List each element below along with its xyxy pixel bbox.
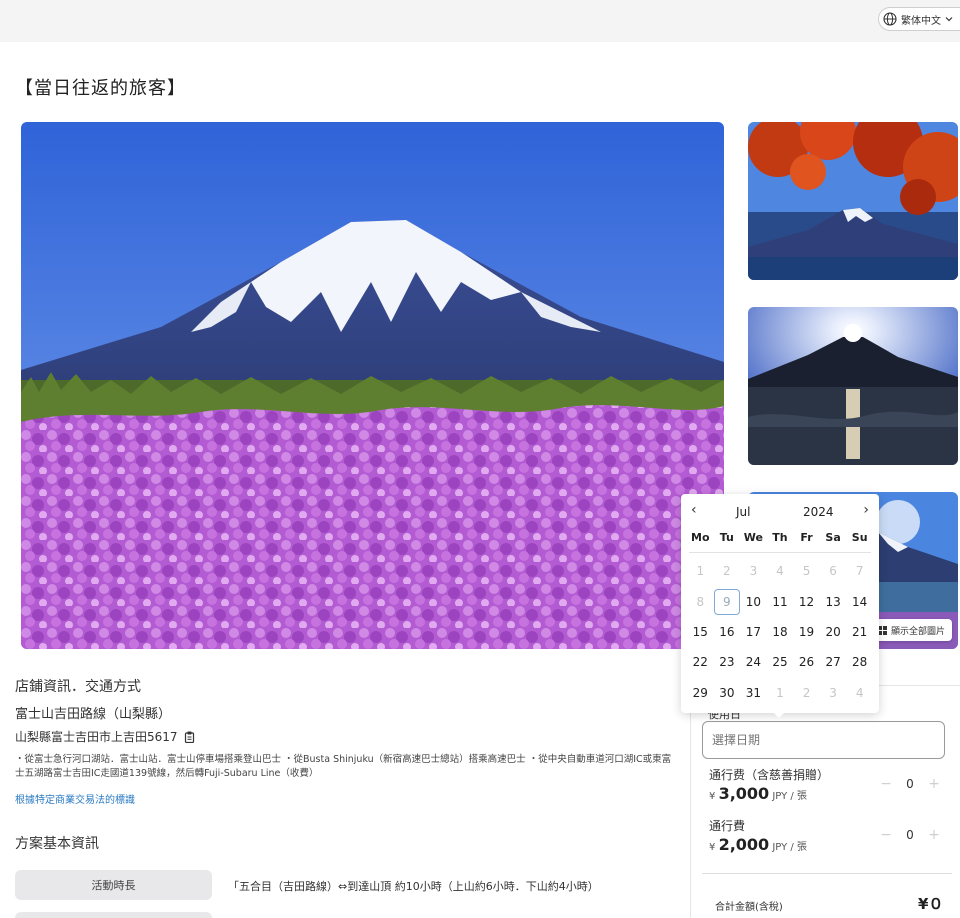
ticket-price: ¥ 3,000 JPY / 張 <box>709 784 807 803</box>
increase-button[interactable]: + <box>928 827 940 843</box>
calendar-day: 2 <box>802 685 811 700</box>
show-all-photos-button[interactable]: 顯示全部圖片 <box>872 619 952 641</box>
popup-pointer <box>772 711 786 718</box>
calendar-day: 1 <box>696 564 705 579</box>
calendar-day: 4 <box>855 685 864 700</box>
address-text: 山梨縣富士吉田市上吉田5617 <box>15 730 178 744</box>
calendar-day[interactable]: 17 <box>740 617 767 647</box>
maple-fuji-image <box>748 122 958 280</box>
calendar-day: 3 <box>749 564 758 579</box>
duration-label: 活動時長 <box>15 870 212 900</box>
chevron-right-icon[interactable]: › <box>863 502 869 518</box>
calendar-day[interactable]: 11 <box>767 586 794 616</box>
duration-value: 「五合目（吉田路線）⇔到達山頂 約10小時（上山約6小時．下山約4小時） <box>228 880 599 893</box>
language-selector[interactable]: 繁体中文 <box>878 7 960 31</box>
weekday-label: Su <box>851 531 868 544</box>
calendar-day[interactable]: 24 <box>740 647 767 677</box>
calendar-day[interactable]: 18 <box>767 617 794 647</box>
weekday-label: Tu <box>719 531 734 544</box>
ticket-name: 通行费（含慈善捐贈） <box>709 768 830 782</box>
increase-button[interactable]: + <box>928 776 940 792</box>
calendar-day[interactable]: 15 <box>687 617 714 647</box>
calendar-day[interactable]: 30 <box>714 678 741 708</box>
grid-icon <box>878 625 887 635</box>
calendar-days: 1 2 3 4 5 6 7 8 9 10 11 12 13 14 15 16 17 18 19 20 21 22 23 24 2… <box>687 556 873 708</box>
calendar-day: 2 <box>723 564 731 579</box>
top-bar: 繁体中文 <box>0 0 960 42</box>
globe-icon <box>883 12 897 26</box>
calendar-day[interactable]: 28 <box>846 647 873 677</box>
calendar-day[interactable]: 13 <box>820 586 847 616</box>
weekday-label: Sa <box>825 531 841 544</box>
calendar-day[interactable]: 27 <box>820 647 847 677</box>
calendar-day: 4 <box>776 564 784 579</box>
calendar-day[interactable]: 16 <box>714 617 741 647</box>
language-label: 繁体中文 <box>901 15 941 27</box>
divider <box>702 873 952 874</box>
calendar-day[interactable]: 14 <box>846 586 873 616</box>
calendar-day: 1 <box>776 685 784 700</box>
shop-address: 山梨縣富士吉田市上吉田5617 <box>15 728 195 745</box>
calendar-day[interactable]: 12 <box>793 586 820 616</box>
calendar-day[interactable]: 20 <box>820 617 847 647</box>
calendar-day[interactable]: 29 <box>687 678 714 708</box>
total-label: 合計金額(含稅) <box>715 902 783 913</box>
date-input[interactable] <box>702 721 945 759</box>
shop-name: 富士山吉田路線（山梨縣） <box>15 707 172 722</box>
calendar-day[interactable]: 21 <box>846 617 873 647</box>
commercial-law-link[interactable]: 根據特定商業交易法的標識 <box>15 791 135 806</box>
access-directions: ・從富士急行河口湖站．富士山站．富士山停車場搭乘登山巴士 ・從Busta Shi… <box>15 754 672 779</box>
calendar-day: 6 <box>829 564 837 579</box>
total-value: ¥０ <box>918 895 944 913</box>
chevron-down-icon <box>945 17 953 22</box>
calendar-day[interactable]: 25 <box>767 647 794 677</box>
info-label-next <box>15 912 212 918</box>
calendar-day[interactable]: 22 <box>687 647 714 677</box>
calendar-header: ‹ Jul 2024 › <box>681 502 879 522</box>
weekday-label: Th <box>772 531 788 544</box>
weekday-label: We <box>743 531 763 544</box>
copy-icon[interactable] <box>184 731 195 743</box>
calendar-year[interactable]: 2024 <box>803 505 834 519</box>
page-title: 【當日往返的旅客】 <box>15 78 186 99</box>
quantity-value: 0 <box>906 777 914 791</box>
calendar-day: 5 <box>802 564 811 579</box>
shop-info-title: 店鋪資訊．交通方式 <box>15 679 141 695</box>
calendar-day[interactable]: 10 <box>740 586 767 616</box>
mount-fuji-image <box>21 122 724 649</box>
quantity-stepper[interactable]: − 0 + <box>880 774 940 794</box>
decrease-button[interactable]: − <box>880 776 892 792</box>
thumbnail-photo[interactable] <box>748 122 958 280</box>
calendar-day: 7 <box>855 564 864 579</box>
diamond-fuji-image <box>748 307 958 465</box>
date-picker-popup: ‹ Jul 2024 › Mo Tu We Th Fr Sa Su 123456… <box>681 494 879 713</box>
chevron-left-icon[interactable]: ‹ <box>691 502 697 518</box>
calendar-day[interactable]: 23 <box>714 647 741 677</box>
calendar-day[interactable]: 19 <box>793 617 820 647</box>
quantity-value: 0 <box>906 828 914 842</box>
calendar-day[interactable]: 26 <box>793 647 820 677</box>
main-photo[interactable] <box>21 122 724 649</box>
calendar-month[interactable]: Jul <box>736 505 750 519</box>
calendar-day: 8 <box>696 594 705 609</box>
thumbnail-photo[interactable] <box>748 307 958 465</box>
calendar-day: 3 <box>829 685 837 700</box>
weekday-header: Mo Tu We Th Fr Sa Su <box>687 527 873 549</box>
calendar-divider <box>689 552 871 553</box>
decrease-button[interactable]: − <box>880 827 892 843</box>
weekday-label: Fr <box>800 531 813 544</box>
weekday-label: Mo <box>691 531 710 544</box>
calendar-day[interactable]: 31 <box>740 678 767 708</box>
calendar-day[interactable]: 9 <box>713 586 741 616</box>
ticket-name: 通行費 <box>709 819 746 833</box>
quantity-stepper[interactable]: − 0 + <box>880 825 940 845</box>
plan-info-title: 方案基本資訊 <box>15 836 99 852</box>
ticket-price: ¥ 2,000 JPY / 張 <box>709 835 807 854</box>
show-all-label: 顯示全部圖片 <box>891 626 946 637</box>
